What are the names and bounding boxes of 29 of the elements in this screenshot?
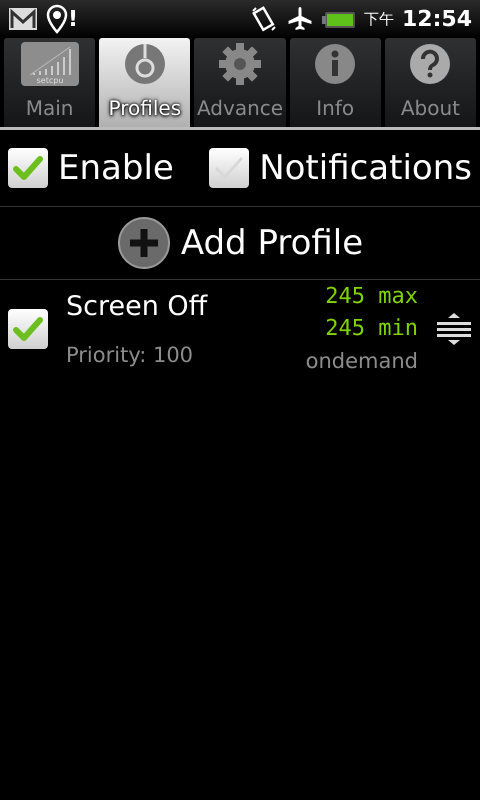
tab[interactable]: About (384, 38, 476, 127)
airplane-icon (286, 5, 314, 33)
checkbox[interactable] (209, 148, 250, 188)
tab[interactable]: setcpu Main (4, 38, 96, 127)
tab[interactable]: Info (290, 38, 381, 127)
check-icon (13, 316, 43, 342)
check-icon (13, 155, 43, 181)
checkbox-label: Enable (58, 146, 174, 190)
drag-handle-icon[interactable] (436, 312, 472, 346)
gear-icon (217, 41, 263, 87)
profile-row[interactable]: Screen Off Priority: 100 245 max 245 min ondemand (0, 280, 480, 378)
vibrate-icon (250, 5, 278, 33)
checkbox[interactable] (8, 309, 48, 349)
priority-text: Priority: 100 (66, 342, 194, 368)
add-profile-button[interactable]: Add Profile (110, 207, 370, 279)
governor-text: ondemand (306, 348, 418, 375)
min-frequency: 245 min (325, 315, 418, 343)
tab[interactable]: Advance (194, 38, 286, 127)
profile-name: Screen Off (66, 290, 209, 324)
plus-icon (116, 216, 171, 270)
mail-icon (8, 6, 38, 32)
clock-time: 12:54 (402, 6, 472, 34)
notification-mark: ! (68, 6, 78, 34)
chart-logo-icon: setcpu (20, 41, 80, 87)
location-pin-icon (46, 4, 68, 34)
time-period: 下午 (364, 8, 394, 30)
checkbox[interactable] (8, 148, 48, 188)
checkbox-label: Notifications (259, 146, 472, 190)
max-frequency: 245 max (325, 283, 418, 311)
